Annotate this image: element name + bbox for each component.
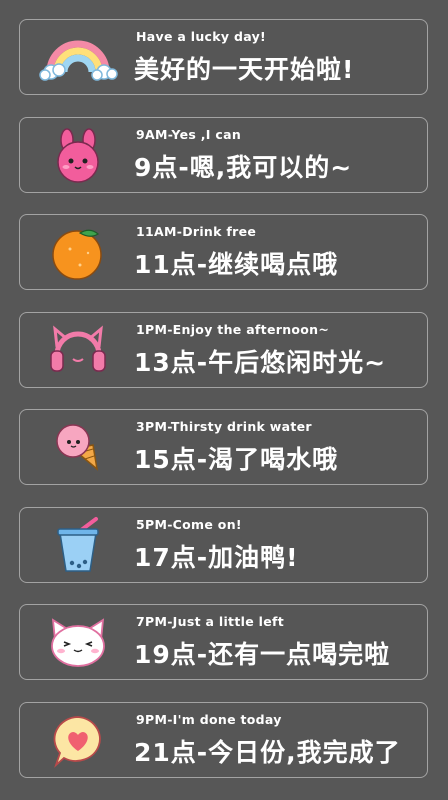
reminder-title: 美好的一天开始啦!	[134, 55, 355, 84]
cat-headphones-icon	[48, 322, 108, 380]
reminder-subtitle: 1PM-Enjoy the afternoon~	[136, 322, 330, 337]
reminder-subtitle: 9PM-I'm done today	[136, 712, 282, 727]
pink-bunny-icon	[48, 127, 108, 185]
reminder-title: 15点-渴了喝水哦	[134, 445, 339, 474]
orange-icon	[48, 224, 108, 282]
cat-face-icon	[48, 614, 108, 672]
reminder-card[interactable]: 3PM-Thirsty drink water 15点-渴了喝水哦	[19, 409, 428, 485]
reminder-title: 11点-继续喝点哦	[134, 250, 339, 279]
reminder-subtitle: 5PM-Come on!	[136, 517, 242, 532]
reminder-card[interactable]: 7PM-Just a little left 19点-还有一点喝完啦	[19, 604, 428, 680]
reminder-card[interactable]: 11AM-Drink free 11点-继续喝点哦	[19, 214, 428, 290]
reminder-card[interactable]: 5PM-Come on! 17点-加油鸭!	[19, 507, 428, 583]
reminder-title: 9点-嗯,我可以的~	[134, 153, 353, 182]
ice-cream-icon	[48, 419, 108, 477]
reminder-subtitle: 9AM-Yes ,I can	[136, 127, 242, 142]
reminder-subtitle: 7PM-Just a little left	[136, 614, 284, 629]
reminder-card[interactable]: 9PM-I'm done today 21点-今日份,我完成了	[19, 702, 428, 778]
reminder-card[interactable]: 1PM-Enjoy the afternoon~ 13点-午后悠闲时光~	[19, 312, 428, 388]
reminder-title: 13点-午后悠闲时光~	[134, 348, 387, 377]
reminder-subtitle: Have a lucky day!	[136, 29, 267, 44]
reminder-title: 17点-加油鸭!	[134, 543, 299, 572]
reminder-card[interactable]: 9AM-Yes ,I can 9点-嗯,我可以的~	[19, 117, 428, 193]
reminder-list: Have a lucky day! 美好的一天开始啦! 9AM-Yes ,I c…	[0, 0, 448, 800]
reminder-card[interactable]: Have a lucky day! 美好的一天开始啦!	[19, 19, 428, 95]
reminder-title: 21点-今日份,我完成了	[134, 738, 401, 767]
reminder-subtitle: 3PM-Thirsty drink water	[136, 419, 312, 434]
rainbow-icon	[39, 29, 118, 87]
bubble-tea-icon	[48, 517, 108, 575]
reminder-title: 19点-还有一点喝完啦	[134, 640, 391, 669]
reminder-subtitle: 11AM-Drink free	[136, 224, 257, 239]
heart-bubble-icon	[48, 712, 108, 770]
